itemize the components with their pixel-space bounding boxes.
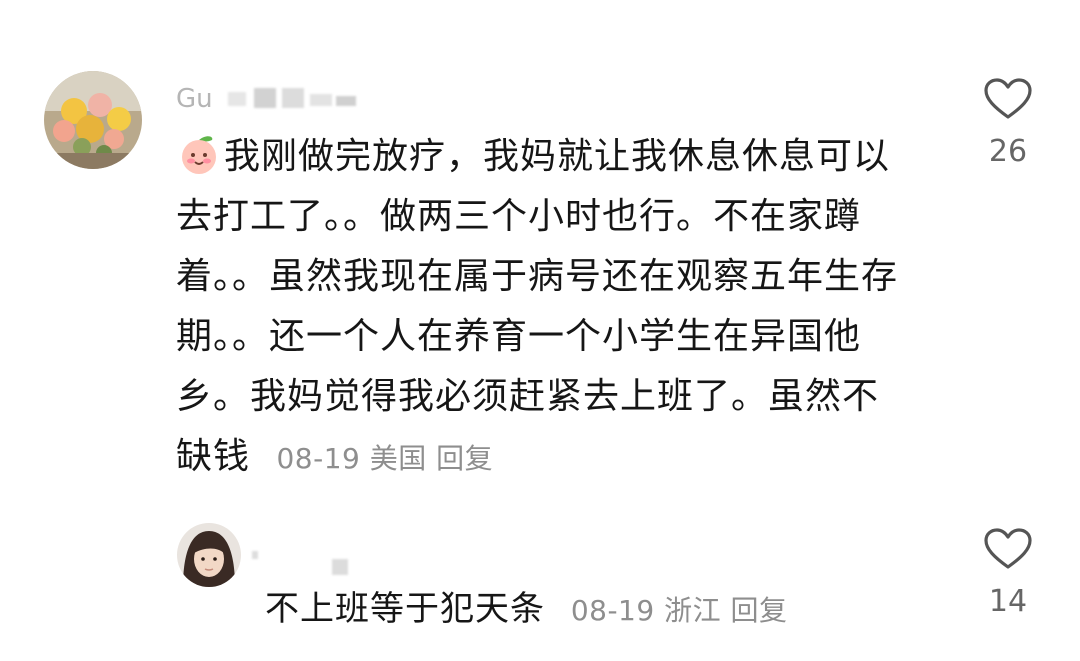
comment-line-text: 缺钱 bbox=[176, 436, 251, 477]
username-redaction-block bbox=[336, 96, 356, 106]
reply-meta: 08-19 浙江 回复 bbox=[557, 594, 788, 627]
username-redacted[interactable] bbox=[252, 541, 362, 575]
username-redacted[interactable]: Gu bbox=[176, 84, 366, 114]
comment-line-text: 我刚做完放疗，我妈就让我休息休息可以 bbox=[224, 136, 891, 177]
comment-text: 我刚做完放疗，我妈就让我休息休息可以 去打工了。。做两三个小时也行。不在家蹲 着… bbox=[176, 127, 956, 489]
avatar[interactable] bbox=[177, 523, 241, 587]
comment-item: Gu 我刚做完放疗，我妈就让我休息休息可以 去打工了。。做两三个小时也行。不在家… bbox=[0, 0, 1080, 500]
comment-line: 乡。我妈觉得我必须赶紧去上班了。虽然不 bbox=[176, 376, 880, 417]
peach-face-emoji-icon bbox=[176, 130, 222, 176]
like-group: 26 bbox=[973, 78, 1043, 169]
like-group: 14 bbox=[973, 528, 1043, 619]
reply-text: 不上班等于犯天条 08-19 浙江 回复 bbox=[265, 587, 965, 633]
comment-date: 08-19 bbox=[276, 442, 361, 475]
comment-location: 美国 bbox=[369, 442, 427, 475]
reply-button[interactable]: 回复 bbox=[731, 594, 788, 627]
like-count: 26 bbox=[988, 134, 1028, 169]
reply-date: 08-19 bbox=[570, 594, 655, 627]
comment-meta: 08-19 美国 回复 bbox=[262, 442, 493, 475]
username-redaction-block bbox=[332, 559, 348, 575]
comment-line: 缺钱 08-19 美国 回复 bbox=[176, 427, 956, 489]
reply-item: 不上班等于犯天条 08-19 浙江 回复 14 bbox=[0, 500, 1080, 661]
reply-location: 浙江 bbox=[664, 594, 722, 627]
reply-text-content: 不上班等于犯天条 bbox=[265, 589, 545, 629]
comment-line: 去打工了。。做两三个小时也行。不在家蹲 bbox=[176, 196, 862, 237]
person-photo-avatar-image bbox=[177, 523, 241, 587]
username-redaction-block bbox=[252, 551, 258, 559]
avatar[interactable] bbox=[44, 71, 142, 169]
reply-button[interactable]: 回复 bbox=[436, 442, 493, 475]
username-redaction-block bbox=[310, 94, 332, 106]
heart-icon[interactable] bbox=[984, 528, 1032, 570]
username-redaction-block bbox=[228, 92, 246, 106]
heart-icon[interactable] bbox=[984, 78, 1032, 120]
username-text: Gu bbox=[176, 84, 213, 114]
flower-bouquet-avatar-image bbox=[44, 71, 142, 169]
comment-line: 我刚做完放疗，我妈就让我休息休息可以 bbox=[176, 127, 956, 187]
comment-line: 期。。还一个人在养育一个小学生在异国他 bbox=[176, 316, 862, 357]
username-redaction-block bbox=[254, 88, 276, 108]
comment-line: 着。。虽然我现在属于病号还在观察五年生存 bbox=[176, 256, 899, 297]
username-redaction-block bbox=[282, 88, 304, 108]
like-count: 14 bbox=[988, 584, 1028, 619]
